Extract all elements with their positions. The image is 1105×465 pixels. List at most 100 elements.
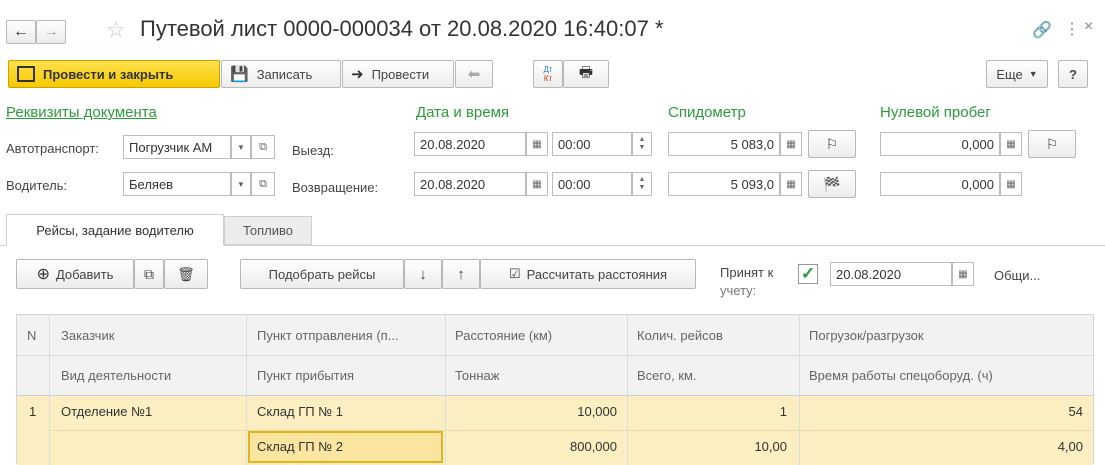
accepted-date-field[interactable]: 20.08.2020 (830, 262, 952, 286)
return-time-spinner[interactable]: ▲ ▼ (632, 172, 652, 196)
pick-trips-button[interactable]: Подобрать рейсы (240, 259, 404, 289)
more-button[interactable]: Еще ▼ (986, 60, 1048, 88)
driver-dropdown[interactable]: ▼ (231, 172, 251, 196)
departure-time-field[interactable]: 00:00 (552, 132, 632, 156)
header-trip-count[interactable]: Колич. рейсов (637, 328, 723, 343)
return-time-value: 00:00 (558, 176, 591, 192)
zero-flag-button[interactable]: ⚐ (1028, 130, 1076, 158)
zero-out-field[interactable]: 0,000 (880, 132, 1000, 156)
departure-time-spinner[interactable]: ▲ ▼ (632, 132, 652, 156)
header-loads[interactable]: Погрузок/разгрузок (809, 328, 924, 343)
speedo-in-flag-button[interactable]: 🏁 (808, 170, 856, 198)
accepted-calendar[interactable]: ▦ (952, 262, 974, 286)
header-n[interactable]: N (27, 328, 36, 343)
cell-from[interactable]: Склад ГП № 1 (257, 404, 343, 419)
move-down-button[interactable]: ↓ (404, 259, 442, 289)
help-button[interactable]: ? (1058, 60, 1088, 88)
calculator-icon: ▦ (1006, 138, 1016, 150)
row-divider (49, 430, 1093, 431)
save-button[interactable]: 💾 Записать (221, 60, 341, 88)
delete-button[interactable]: 🗑 (164, 259, 208, 289)
vehicle-label: Автотранспорт: (6, 141, 99, 156)
window-title: Путевой лист 0000-000034 от 20.08.2020 1… (140, 16, 664, 41)
add-button[interactable]: ⊕ Добавить (16, 259, 134, 289)
zero-out-value: 0,000 (961, 136, 994, 152)
copy-button[interactable]: ⧉ (134, 259, 164, 289)
row-divider (17, 395, 1093, 396)
undo-post-button[interactable]: ⬅ (455, 60, 493, 88)
arrow-left-icon: ← (13, 23, 29, 40)
header-departure-point[interactable]: Пункт отправления (п... (257, 328, 399, 343)
calendar-icon: ▦ (958, 268, 968, 280)
cell-n: 1 (29, 404, 37, 419)
dt-label: Дт (543, 65, 553, 74)
col-divider (49, 315, 50, 465)
header-activity[interactable]: Вид деятельности (61, 368, 171, 383)
col-divider (799, 315, 800, 465)
header-distance[interactable]: Расстояние (км) (455, 328, 552, 343)
header-equipment-hours[interactable]: Время работы спецоборуд. (ч) (809, 368, 993, 383)
accepted-checkbox[interactable]: ✓ (798, 264, 818, 284)
more-vert-icon[interactable]: ⋮ (1064, 19, 1080, 39)
header-customer[interactable]: Заказчик (61, 328, 114, 343)
header-tonnage[interactable]: Тоннаж (455, 368, 499, 383)
cell-total-km[interactable]: 10,00 (754, 439, 787, 454)
arrow-right-icon: → (43, 23, 59, 40)
tab-fuel-label: Топливо (242, 223, 294, 238)
zero-in-field[interactable]: 0,000 (880, 172, 1000, 196)
speedo-out-calc[interactable]: ▦ (780, 132, 802, 156)
return-time-field[interactable]: 00:00 (552, 172, 632, 196)
speedo-in-calc[interactable]: ▦ (780, 172, 802, 196)
departure-calendar[interactable]: ▦ (526, 132, 548, 156)
cell-trips[interactable]: 1 (780, 404, 787, 419)
driver-field[interactable]: Беляев (123, 172, 231, 196)
speedo-out-flag-button[interactable]: ⚐ (808, 130, 856, 158)
forward-button[interactable]: → (36, 20, 66, 44)
move-up-button[interactable]: ↑ (442, 259, 480, 289)
cell-to[interactable]: Склад ГП № 2 (257, 439, 343, 454)
return-calendar[interactable]: ▦ (526, 172, 548, 196)
col-divider (627, 315, 628, 465)
tab-fuel[interactable]: Топливо (224, 216, 312, 245)
vehicle-dropdown[interactable]: ▼ (231, 135, 251, 159)
departure-date-field[interactable]: 20.08.2020 (414, 132, 526, 156)
cell-customer[interactable]: Отделение №1 (61, 404, 152, 419)
calc-distance-button[interactable]: ☑ Рассчитать расстояния (480, 259, 696, 289)
cell-equip-hours[interactable]: 4,00 (1058, 439, 1083, 454)
link-icon[interactable]: 🔗 (1032, 20, 1052, 40)
driver-open[interactable]: ⧉ (251, 172, 275, 196)
chevron-down-icon: ▼ (1028, 69, 1038, 79)
trips-table: N Заказчик Пункт отправления (п... Расст… (16, 314, 1094, 465)
zero-in-calc[interactable]: ▦ (1000, 172, 1022, 196)
back-button[interactable]: ← (6, 20, 36, 44)
zero-out-calc[interactable]: ▦ (1000, 132, 1022, 156)
cell-tonnage[interactable]: 800,000 (570, 439, 617, 454)
post-and-close-button[interactable]: Провести и закрыть (8, 60, 220, 88)
tab-trips[interactable]: Рейсы, задание водителю (6, 214, 224, 246)
favorite-star-icon[interactable]: ☆ (106, 17, 126, 43)
more-label: Еще (996, 66, 1023, 82)
common-link[interactable]: Общи... (994, 268, 1040, 283)
requisites-link[interactable]: Реквизиты документа (6, 104, 157, 121)
vehicle-open[interactable]: ⧉ (251, 135, 275, 159)
close-icon[interactable]: × (1084, 18, 1093, 36)
dt-kt-button[interactable]: Дт Кт (533, 60, 563, 88)
calc-distance-label: Рассчитать расстояния (526, 266, 668, 282)
post-button[interactable]: ➜ Провести (342, 60, 454, 88)
spinner-up-icon: ▲ (638, 176, 646, 183)
trash-icon: 🗑 (177, 265, 195, 282)
flag-icon: ⚐ (825, 135, 839, 152)
header-total-km[interactable]: Всего, км. (637, 368, 697, 383)
floppy-icon: 💾 (230, 66, 249, 83)
cell-distance[interactable]: 10,000 (577, 404, 617, 419)
return-date-field[interactable]: 20.08.2020 (414, 172, 526, 196)
cell-loads[interactable]: 54 (1069, 404, 1083, 419)
print-button[interactable]: 🖶 (563, 60, 609, 88)
spinner-down-icon: ▼ (638, 144, 646, 151)
post-close-icon (17, 66, 35, 82)
speedo-out-field[interactable]: 5 083,0 (668, 132, 780, 156)
header-arrival-point[interactable]: Пункт прибытия (257, 368, 354, 383)
vehicle-field[interactable]: Погрузчик АМ (123, 135, 231, 159)
speedo-in-value: 5 093,0 (730, 176, 774, 192)
speedo-in-field[interactable]: 5 093,0 (668, 172, 780, 196)
